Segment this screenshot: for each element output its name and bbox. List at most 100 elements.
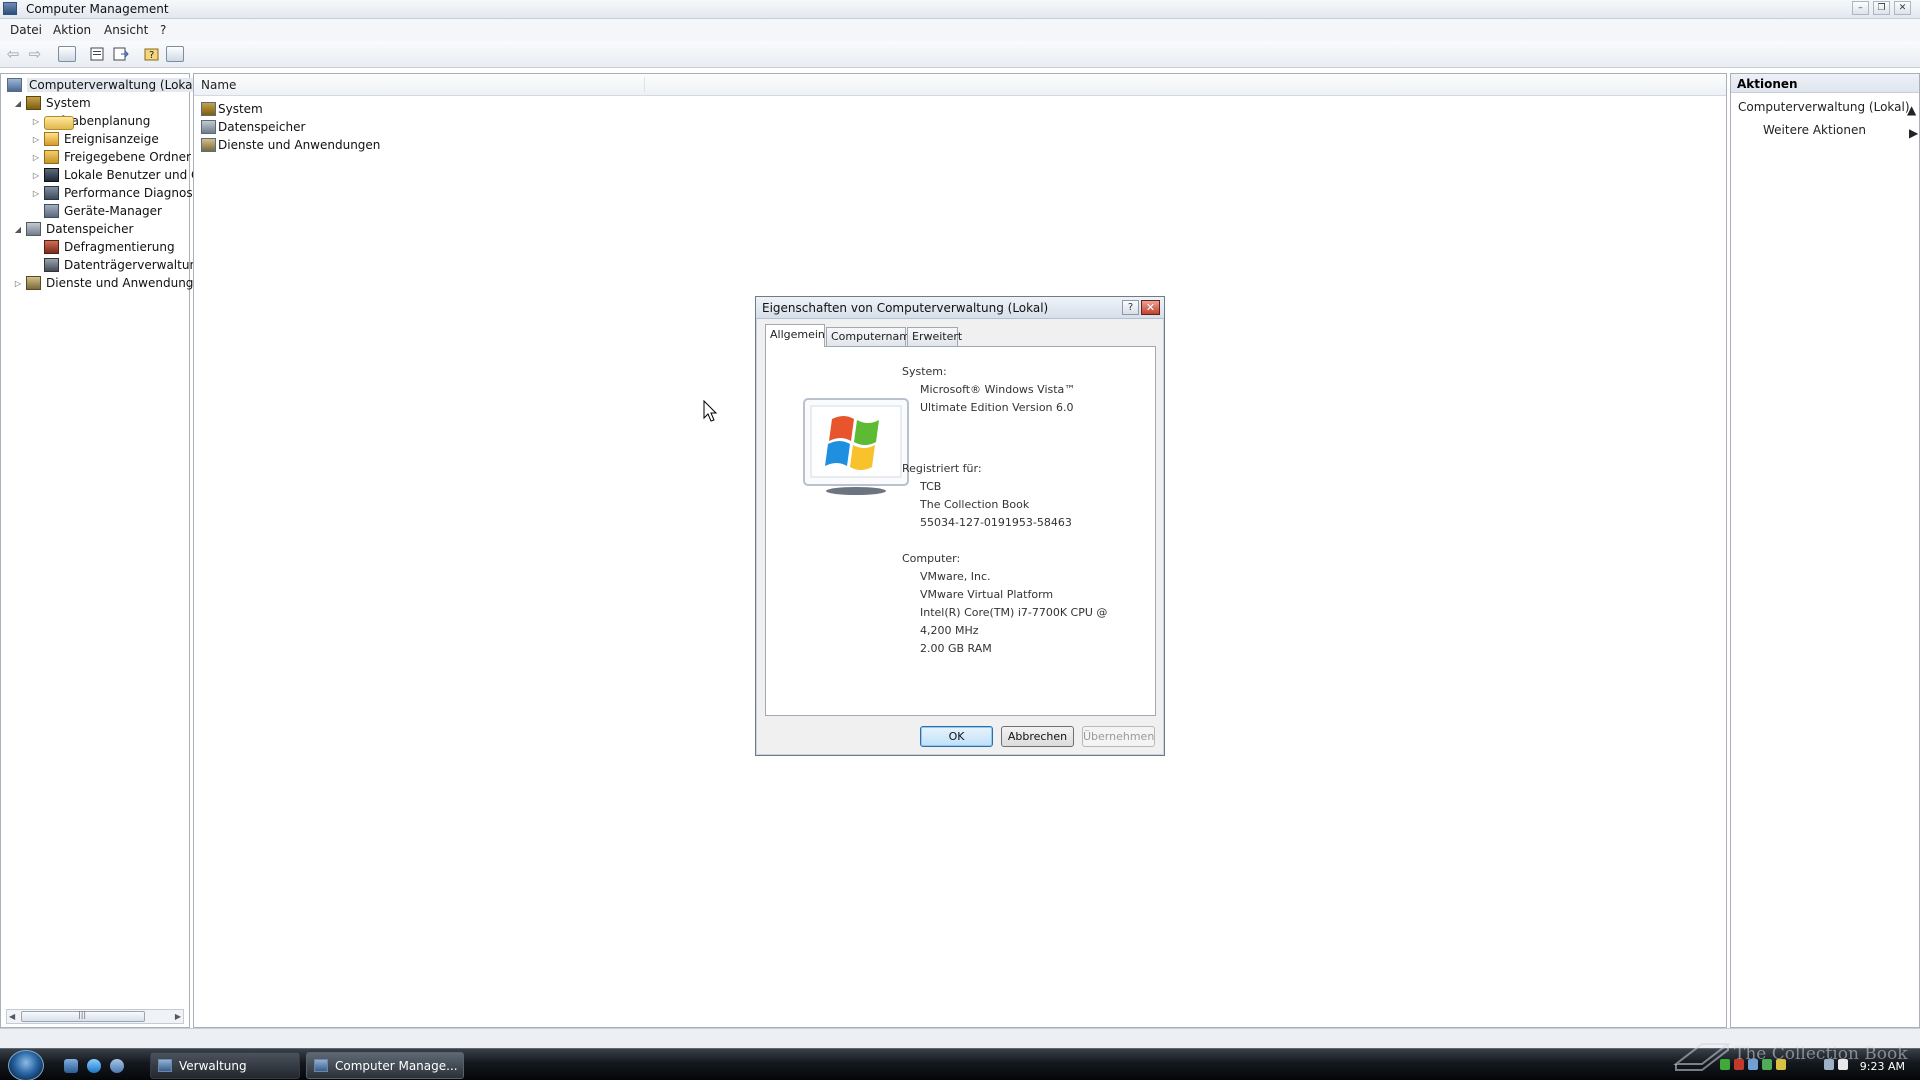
apply-button[interactable]: Übernehmen bbox=[1082, 726, 1155, 747]
menu-bar: Datei Aktion Ansicht ? bbox=[0, 19, 1920, 41]
defrag-icon bbox=[44, 240, 59, 254]
tree-horizontal-scrollbar[interactable]: ◀ ▶ bbox=[6, 1009, 184, 1024]
registered-label: Registriert für: bbox=[902, 462, 982, 475]
menu-datei[interactable]: Datei bbox=[10, 23, 42, 37]
list-item[interactable]: Datenspeicher bbox=[201, 118, 305, 136]
registered-line: 55034-127-0191953-58463 bbox=[920, 516, 1072, 529]
tree-node-defragmentierung[interactable]: Defragmentierung bbox=[44, 239, 175, 256]
windows-logo-monitor-icon bbox=[803, 398, 909, 495]
tree-node-performance[interactable]: ▷ Performance Diagnostic bbox=[33, 185, 207, 202]
device-manager-icon bbox=[44, 204, 59, 218]
watermark: The Collection Book bbox=[1670, 1030, 1910, 1076]
menu-ansicht[interactable]: Ansicht bbox=[104, 23, 148, 37]
actions-section-title[interactable]: Computerverwaltung (Lokal) bbox=[1738, 100, 1910, 114]
properties-icon[interactable] bbox=[88, 46, 106, 62]
action-weitere-aktionen[interactable]: Weitere Aktionen bbox=[1763, 123, 1866, 137]
internet-explorer-icon[interactable] bbox=[87, 1059, 101, 1073]
computer-label: Computer: bbox=[902, 552, 961, 565]
console-tree: Computerverwaltung (Lokal) ◢ System ▷ Aufg… bbox=[0, 73, 208, 1028]
tree-node-freigegebene-ordner[interactable]: ▷ Freigegebene Ordner bbox=[33, 149, 191, 166]
users-icon bbox=[44, 168, 59, 182]
computer-line: VMware Virtual Platform bbox=[920, 588, 1054, 601]
tree-node-datentraegerverwaltung[interactable]: Datenträgerverwaltung bbox=[44, 257, 205, 274]
system-label: System: bbox=[902, 365, 947, 378]
close-button[interactable]: ✕ bbox=[1894, 1, 1911, 15]
registered-line: TCB bbox=[920, 480, 942, 493]
scroll-right-icon[interactable]: ▶ bbox=[175, 1010, 181, 1023]
system-tools-icon bbox=[201, 102, 216, 116]
services-icon bbox=[201, 138, 216, 152]
book-logo-icon bbox=[1673, 1043, 1731, 1071]
show-desktop-icon[interactable] bbox=[64, 1059, 78, 1073]
show-hide-tree-icon[interactable] bbox=[58, 46, 76, 62]
properties-dialog: Eigenschaften von Computerverwaltung (Lo… bbox=[755, 296, 1165, 756]
system-line: Microsoft® Windows Vista™ bbox=[920, 383, 1076, 396]
tree-node-root[interactable]: Computerverwaltung (Lokal) bbox=[7, 77, 203, 94]
computer-line: Intel(R) Core(TM) i7-7700K CPU @ bbox=[920, 606, 1108, 619]
taskbar: Verwaltung Computer Manage... 9:23 AM bbox=[0, 1048, 1920, 1080]
dialog-titlebar: Eigenschaften von Computerverwaltung (Lo… bbox=[756, 297, 1164, 319]
submenu-arrow-icon: ▶ bbox=[1909, 126, 1919, 140]
switch-windows-icon[interactable] bbox=[110, 1059, 124, 1073]
services-icon bbox=[26, 276, 41, 290]
dialog-help-button[interactable]: ? bbox=[1122, 300, 1139, 315]
toolbar: ⇦ ⇨ ? bbox=[0, 41, 1920, 68]
back-arrow-icon[interactable]: ⇦ bbox=[4, 46, 22, 62]
registered-line: The Collection Book bbox=[920, 498, 1030, 511]
list-item[interactable]: Dienste und Anwendungen bbox=[201, 136, 380, 154]
tree-node-geraete-manager[interactable]: Geräte-Manager bbox=[44, 203, 162, 220]
tree-node-ereignisanzeige[interactable]: ▷ Ereignisanzeige bbox=[33, 131, 159, 148]
status-bar bbox=[0, 1028, 1920, 1048]
watermark-text: The Collection Book bbox=[1734, 1044, 1908, 1064]
cancel-button[interactable]: Abbrechen bbox=[1001, 726, 1074, 747]
list-item[interactable]: System bbox=[201, 100, 263, 118]
maximize-button[interactable]: ❐ bbox=[1873, 1, 1890, 15]
computer-line: 4,200 MHz bbox=[920, 624, 979, 637]
tab-panel-allgemein: System: Microsoft® Windows Vista™ Ultima… bbox=[765, 346, 1156, 716]
scrollbar-thumb[interactable] bbox=[21, 1010, 145, 1022]
taskbar-button-verwaltung[interactable]: Verwaltung bbox=[150, 1052, 300, 1079]
help-icon[interactable]: ? bbox=[143, 46, 161, 62]
window-title: Computer Management bbox=[26, 2, 169, 16]
performance-icon bbox=[44, 186, 59, 200]
system-tools-icon bbox=[26, 96, 41, 110]
event-viewer-icon bbox=[44, 132, 59, 146]
taskbar-button-computer-management[interactable]: Computer Manage... bbox=[306, 1052, 464, 1079]
column-separator[interactable] bbox=[644, 77, 645, 92]
mouse-cursor-icon bbox=[703, 400, 718, 422]
forward-arrow-icon[interactable]: ⇨ bbox=[26, 46, 44, 62]
tree-node-aufgabenplanung[interactable]: ▷ Aufgabenplanung bbox=[33, 113, 150, 130]
menu-aktion[interactable]: Aktion bbox=[53, 23, 91, 37]
tree-node-system[interactable]: ◢ System bbox=[15, 95, 91, 112]
tree-node-datenspeicher[interactable]: ◢ Datenspeicher bbox=[15, 221, 133, 238]
actions-header: Aktionen bbox=[1731, 74, 1919, 93]
dialog-close-button[interactable]: ✕ bbox=[1141, 300, 1160, 315]
minimize-button[interactable]: – bbox=[1852, 1, 1869, 15]
storage-icon bbox=[26, 222, 41, 236]
actions-pane: Aktionen Computerverwaltung (Lokal) ▲ We… bbox=[1730, 73, 1920, 1028]
computer-line: VMware, Inc. bbox=[920, 570, 991, 583]
column-name[interactable]: Name bbox=[201, 78, 236, 92]
admin-tools-icon bbox=[158, 1059, 172, 1072]
tree-node-lokale-benutzer[interactable]: ▷ Lokale Benutzer und Gr bbox=[33, 167, 205, 184]
window-titlebar: Computer Management – ❐ ✕ bbox=[0, 0, 1920, 19]
scroll-left-icon[interactable]: ◀ bbox=[9, 1010, 15, 1023]
computer-management-icon bbox=[3, 2, 17, 15]
list-column-header[interactable]: Name bbox=[194, 74, 1726, 96]
show-hide-action-pane-icon[interactable] bbox=[166, 46, 184, 62]
export-list-icon[interactable] bbox=[112, 46, 130, 62]
tab-erweitert[interactable]: Erweitert bbox=[907, 327, 962, 346]
tree-node-dienste[interactable]: ▷ Dienste und Anwendungen bbox=[15, 275, 208, 292]
svg-text:?: ? bbox=[149, 50, 154, 61]
disk-management-icon bbox=[44, 258, 59, 272]
collapse-up-icon[interactable]: ▲ bbox=[1907, 103, 1916, 117]
ok-button[interactable]: OK bbox=[920, 726, 993, 747]
menu-help[interactable]: ? bbox=[160, 23, 166, 37]
computer-line: 2.00 GB RAM bbox=[920, 642, 992, 655]
tab-computername[interactable]: Computername bbox=[826, 327, 917, 346]
dialog-title: Eigenschaften von Computerverwaltung (Lo… bbox=[762, 301, 1049, 315]
tab-allgemein[interactable]: Allgemein bbox=[765, 324, 825, 347]
windows-orb-icon[interactable] bbox=[8, 1050, 44, 1080]
task-scheduler-icon bbox=[44, 116, 74, 130]
storage-icon bbox=[201, 120, 216, 134]
